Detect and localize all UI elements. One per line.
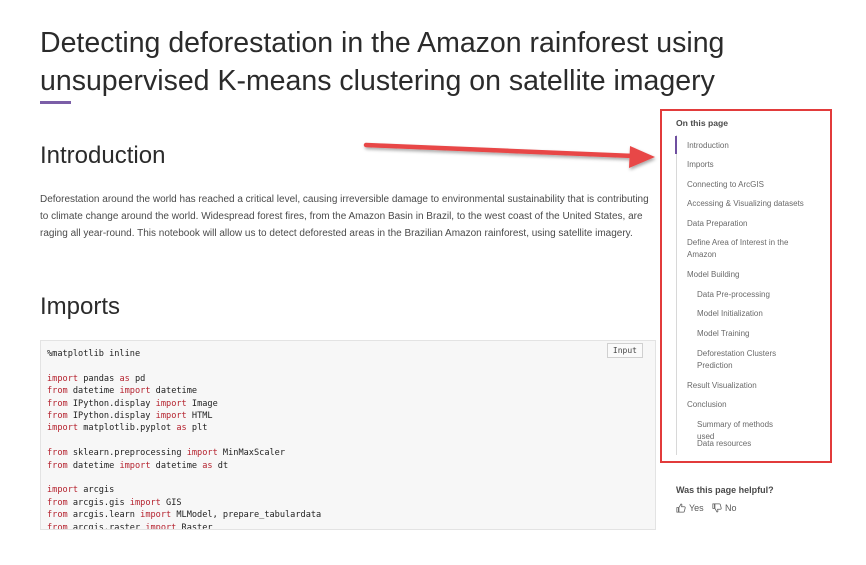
code-line: from arcgis.gis import GIS — [47, 497, 321, 509]
toc-active-indicator — [675, 136, 677, 154]
toc-item[interactable]: Model Training — [697, 328, 792, 340]
code-line: from IPython.display import Image — [47, 398, 321, 410]
code-cell[interactable]: Input %matplotlib inline import pandas a… — [40, 340, 656, 530]
introduction-heading: Introduction — [40, 142, 166, 169]
code-line: from datetime import datetime — [47, 385, 321, 397]
toc-item[interactable]: Imports — [687, 159, 807, 171]
thumbs-up-icon — [676, 503, 686, 513]
code-line: from IPython.display import HTML — [47, 410, 321, 422]
code-text: %matplotlib inline — [47, 349, 141, 359]
code-line: from sklearn.preprocessing import MinMax… — [47, 447, 321, 459]
code-keyword: from — [47, 411, 68, 422]
toc-title: On this page — [676, 118, 729, 128]
toc-item[interactable]: Result Visualization — [687, 380, 807, 392]
code-keyword: from — [47, 510, 68, 521]
code-text: MLModel, prepare_tabulardata — [171, 510, 322, 521]
code-keyword: import — [119, 460, 151, 471]
code-keyword: from — [47, 497, 68, 508]
code-keyword: import — [47, 373, 79, 384]
code-text: arcgis — [78, 485, 115, 496]
yes-button[interactable]: Yes — [676, 503, 704, 513]
code-line: import matplotlib.pyplot as plt — [47, 422, 321, 434]
code-text: matplotlib.pyplot — [78, 423, 177, 434]
code-keyword: as — [119, 373, 130, 384]
code-line: from datetime import datetime as dt — [47, 460, 321, 472]
code-text: pd — [129, 373, 146, 384]
introduction-paragraph: Deforestation around the world has reach… — [40, 194, 649, 239]
code-line: import arcgis — [47, 484, 321, 496]
no-label: No — [725, 503, 737, 513]
code-keyword: import — [47, 423, 79, 434]
code-text: MinMaxScaler — [217, 448, 286, 459]
code-text: IPython.display — [67, 398, 156, 409]
code-keyword: from — [47, 448, 68, 459]
code-text: datetime — [150, 386, 198, 397]
code-text: Raster — [176, 522, 213, 530]
code-keyword: import — [119, 386, 151, 397]
code-text: HTML — [186, 411, 213, 422]
code-text: sklearn.preprocessing — [67, 448, 187, 459]
code-text: plt — [186, 423, 208, 434]
code-keyword: from — [47, 460, 68, 471]
code-text: datetime — [67, 386, 120, 397]
code-text: IPython.display — [67, 411, 156, 422]
code-keyword: import — [155, 411, 187, 422]
yes-label: Yes — [689, 503, 704, 513]
code-keyword: import — [140, 510, 172, 521]
toc-item[interactable]: Data resources — [697, 438, 792, 450]
code-line: import pandas as pd — [47, 373, 321, 385]
code-text: arcgis.gis — [67, 497, 130, 508]
code-text: Image — [186, 398, 218, 409]
code-keyword: import — [145, 522, 177, 530]
toc-rail — [676, 135, 677, 455]
code-text: datetime — [150, 460, 203, 471]
toc-item[interactable]: Data Preparation — [687, 218, 807, 230]
code-line: from arcgis.learn import MLModel, prepar… — [47, 509, 321, 521]
toc-item[interactable]: Accessing & Visualizing datasets — [687, 198, 807, 210]
code-keyword: as — [176, 423, 187, 434]
code-keyword: from — [47, 522, 68, 530]
toc-item[interactable]: Define Area of Interest in the Amazon — [687, 237, 807, 260]
toc-item[interactable]: Model Initialization — [697, 308, 792, 320]
toc-item[interactable]: Model Building — [687, 269, 807, 281]
code-keyword: import — [129, 497, 161, 508]
code-keyword: import — [155, 398, 187, 409]
no-button[interactable]: No — [712, 503, 737, 513]
code-text: GIS — [160, 497, 182, 508]
thumbs-down-icon — [712, 503, 722, 513]
code-text: arcgis.learn — [67, 510, 141, 521]
code-text: pandas — [78, 373, 120, 384]
toc-item[interactable]: Conclusion — [687, 399, 807, 411]
code-keyword: import — [47, 485, 79, 496]
code-text: arcgis.raster — [67, 522, 146, 530]
imports-heading: Imports — [40, 293, 121, 320]
code-keyword: from — [47, 386, 68, 397]
page-title: Detecting deforestation in the Amazon ra… — [40, 27, 725, 97]
title-underline — [40, 101, 71, 104]
code-keyword: from — [47, 398, 68, 409]
code-text: dt — [212, 460, 229, 471]
code-text: datetime — [67, 460, 120, 471]
code-keyword: import — [186, 448, 218, 459]
toc-item[interactable]: Deforestation Clusters Prediction — [697, 348, 792, 371]
feedback-question: Was this page helpful? — [676, 485, 774, 495]
toc-item[interactable]: Connecting to ArcGIS — [687, 179, 807, 191]
code-line: from arcgis.raster import Raster — [47, 522, 321, 530]
code-block: %matplotlib inline import pandas as pd fr… — [47, 348, 321, 530]
code-keyword: as — [202, 460, 213, 471]
code-line: %matplotlib inline — [47, 348, 321, 360]
toc-item[interactable]: Data Pre-processing — [697, 289, 792, 301]
toc-item[interactable]: Introduction — [687, 140, 807, 152]
input-badge: Input — [606, 343, 643, 358]
